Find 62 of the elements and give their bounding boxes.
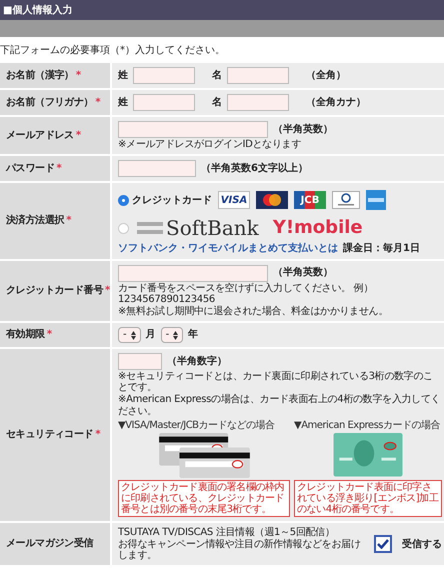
text-input[interactable] <box>133 67 195 84</box>
radio-button[interactable] <box>118 222 129 234</box>
field-label: 決済方法選択 * <box>0 183 110 259</box>
newsletter-title: TSUTAYA TV/DISCAS 注目情報（週1～5回配信） <box>118 527 336 538</box>
dropdown-select[interactable]: - <box>118 327 141 343</box>
field-label: 名 <box>212 96 222 108</box>
mastercard-logo <box>256 191 288 210</box>
ymobile-logo: Y!mobile <box>272 218 363 238</box>
check-icon <box>377 539 389 550</box>
updown-icon <box>130 330 136 340</box>
field-label: お名前（漢字） * <box>0 63 110 88</box>
text-input[interactable] <box>227 67 289 84</box>
text-input[interactable] <box>227 94 289 111</box>
unit-label: 月 <box>146 329 156 341</box>
text-input[interactable] <box>118 352 162 370</box>
radio-button[interactable] <box>118 194 129 206</box>
radio-label[interactable]: クレジットカード <box>132 194 212 206</box>
amex-logo <box>366 190 386 210</box>
note-text: ※セキュリティコードとは、カード裏面に印刷されている3桁の数字のことです。 <box>118 370 434 394</box>
field-label: メールマガジン受信 <box>0 523 110 566</box>
info-link[interactable]: ソフトバンク・ワイモバイルまとめて支払いとは <box>118 243 338 255</box>
text-input[interactable] <box>118 121 268 138</box>
text-input[interactable] <box>118 160 196 178</box>
section-title: ■個人情報入力 <box>0 0 444 20</box>
intro-text: 下記フォームの必要事項（*）入力してください。 <box>0 44 226 58</box>
hint-text: （全角） <box>306 70 346 82</box>
callout-text: クレジットカード裏面の署名欄の枠内に印刷されている、クレジットカード番号とは別の番号の末尾3桁です。 <box>118 480 290 518</box>
example-caption: ▼American Expressカードの場合 <box>294 420 442 432</box>
softbank-logo: SoftBank <box>166 217 259 240</box>
note-text: ※無料お試し期間中に退会された場合、料金はかかりません。 <box>118 306 389 318</box>
dropdown-select[interactable]: - <box>160 327 184 343</box>
field-label: パスワード * <box>0 156 110 182</box>
field-label: 有効期限 * <box>0 323 110 347</box>
billing-note: 課金日：毎月1日 <box>343 243 420 255</box>
diners-club-logo <box>332 191 360 210</box>
field-label: 姓 <box>118 96 128 108</box>
text-input[interactable] <box>133 94 195 111</box>
example-caption: ▼VISA/Master/JCBカードなどの場合 <box>118 420 276 432</box>
checkbox[interactable] <box>374 535 392 554</box>
note-text: ※メールアドレスがログインIDとなります <box>118 139 302 150</box>
field-label: クレジットカード番号 * <box>0 260 110 322</box>
field-label: 姓 <box>118 70 128 82</box>
field-label: 名 <box>212 70 222 82</box>
hint-text: （全角カナ） <box>306 96 366 108</box>
visa-logo: VISA <box>218 191 250 210</box>
field-label: セキュリティコード * <box>0 348 110 522</box>
hint-text: （半角数字） <box>167 356 227 367</box>
updown-icon <box>173 330 178 340</box>
note-text: カード番号をスペースを空けずに入力してください。 例）1234567890123456 <box>118 282 374 306</box>
field-label: お名前（フリガナ） * <box>0 90 110 115</box>
note-text: ※American Expressの場合は、カード表面右上の4桁の数字を入力してください。 <box>118 394 442 417</box>
field-label: メールアドレス * <box>0 117 110 154</box>
text-input[interactable] <box>118 264 268 282</box>
softbank-bars-icon <box>137 220 163 236</box>
card-front-drawing <box>333 433 403 478</box>
callout-text: クレジットカード表面に印字されている浮き彫り[エンボス]加工のない4桁の番号です。 <box>294 480 442 518</box>
checkbox-label[interactable]: 受信する <box>402 538 442 550</box>
hint-text: （半角英数） <box>273 267 333 279</box>
newsletter-description: お得なキャンペーン情報や注目の新作情報などをお届けします。 <box>118 538 362 562</box>
hint-text: （半角英数） <box>273 124 333 136</box>
unit-label: 年 <box>188 329 198 341</box>
hint-text: （半角英数6文字以上） <box>201 163 308 174</box>
